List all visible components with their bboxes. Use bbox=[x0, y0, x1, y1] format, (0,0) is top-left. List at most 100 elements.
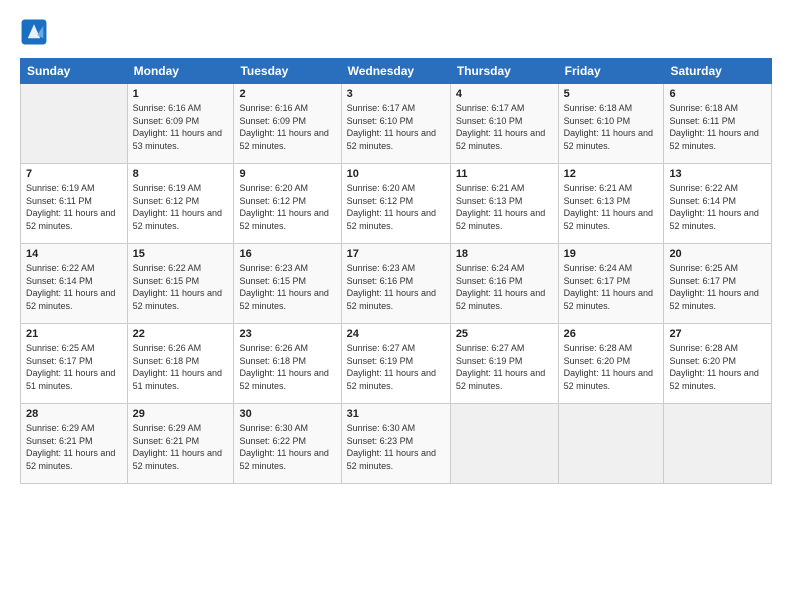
day-cell: 6 Sunrise: 6:18 AMSunset: 6:11 PMDayligh… bbox=[664, 84, 772, 164]
day-number: 24 bbox=[347, 328, 445, 340]
day-detail: Sunrise: 6:27 AMSunset: 6:19 PMDaylight:… bbox=[347, 343, 436, 391]
day-detail: Sunrise: 6:22 AMSunset: 6:14 PMDaylight:… bbox=[669, 183, 758, 231]
day-detail: Sunrise: 6:18 AMSunset: 6:10 PMDaylight:… bbox=[564, 103, 653, 151]
week-row-3: 14 Sunrise: 6:22 AMSunset: 6:14 PMDaylig… bbox=[21, 244, 772, 324]
day-cell: 7 Sunrise: 6:19 AMSunset: 6:11 PMDayligh… bbox=[21, 164, 128, 244]
day-detail: Sunrise: 6:18 AMSunset: 6:11 PMDaylight:… bbox=[669, 103, 758, 151]
day-detail: Sunrise: 6:26 AMSunset: 6:18 PMDaylight:… bbox=[133, 343, 222, 391]
day-number: 29 bbox=[133, 408, 229, 420]
day-detail: Sunrise: 6:24 AMSunset: 6:16 PMDaylight:… bbox=[456, 263, 545, 311]
col-header-wednesday: Wednesday bbox=[341, 59, 450, 84]
day-detail: Sunrise: 6:16 AMSunset: 6:09 PMDaylight:… bbox=[133, 103, 222, 151]
day-number: 16 bbox=[239, 248, 335, 260]
day-number: 31 bbox=[347, 408, 445, 420]
col-header-thursday: Thursday bbox=[450, 59, 558, 84]
day-detail: Sunrise: 6:28 AMSunset: 6:20 PMDaylight:… bbox=[564, 343, 653, 391]
day-number: 13 bbox=[669, 168, 766, 180]
day-number: 7 bbox=[26, 168, 122, 180]
day-number: 18 bbox=[456, 248, 553, 260]
day-detail: Sunrise: 6:29 AMSunset: 6:21 PMDaylight:… bbox=[133, 423, 222, 471]
day-cell: 20 Sunrise: 6:25 AMSunset: 6:17 PMDaylig… bbox=[664, 244, 772, 324]
day-detail: Sunrise: 6:17 AMSunset: 6:10 PMDaylight:… bbox=[456, 103, 545, 151]
day-cell: 19 Sunrise: 6:24 AMSunset: 6:17 PMDaylig… bbox=[558, 244, 664, 324]
day-cell: 24 Sunrise: 6:27 AMSunset: 6:19 PMDaylig… bbox=[341, 324, 450, 404]
day-cell: 23 Sunrise: 6:26 AMSunset: 6:18 PMDaylig… bbox=[234, 324, 341, 404]
day-detail: Sunrise: 6:26 AMSunset: 6:18 PMDaylight:… bbox=[239, 343, 328, 391]
day-cell bbox=[664, 404, 772, 484]
week-row-4: 21 Sunrise: 6:25 AMSunset: 6:17 PMDaylig… bbox=[21, 324, 772, 404]
day-cell: 22 Sunrise: 6:26 AMSunset: 6:18 PMDaylig… bbox=[127, 324, 234, 404]
day-number: 26 bbox=[564, 328, 659, 340]
day-detail: Sunrise: 6:20 AMSunset: 6:12 PMDaylight:… bbox=[347, 183, 436, 231]
day-cell: 18 Sunrise: 6:24 AMSunset: 6:16 PMDaylig… bbox=[450, 244, 558, 324]
week-row-2: 7 Sunrise: 6:19 AMSunset: 6:11 PMDayligh… bbox=[21, 164, 772, 244]
week-row-5: 28 Sunrise: 6:29 AMSunset: 6:21 PMDaylig… bbox=[21, 404, 772, 484]
day-detail: Sunrise: 6:19 AMSunset: 6:12 PMDaylight:… bbox=[133, 183, 222, 231]
day-number: 8 bbox=[133, 168, 229, 180]
day-number: 9 bbox=[239, 168, 335, 180]
day-detail: Sunrise: 6:27 AMSunset: 6:19 PMDaylight:… bbox=[456, 343, 545, 391]
day-number: 20 bbox=[669, 248, 766, 260]
day-number: 30 bbox=[239, 408, 335, 420]
day-cell: 12 Sunrise: 6:21 AMSunset: 6:13 PMDaylig… bbox=[558, 164, 664, 244]
day-cell: 26 Sunrise: 6:28 AMSunset: 6:20 PMDaylig… bbox=[558, 324, 664, 404]
day-detail: Sunrise: 6:22 AMSunset: 6:14 PMDaylight:… bbox=[26, 263, 115, 311]
day-cell: 14 Sunrise: 6:22 AMSunset: 6:14 PMDaylig… bbox=[21, 244, 128, 324]
header-row: SundayMondayTuesdayWednesdayThursdayFrid… bbox=[21, 59, 772, 84]
day-number: 21 bbox=[26, 328, 122, 340]
day-cell bbox=[21, 84, 128, 164]
day-cell: 15 Sunrise: 6:22 AMSunset: 6:15 PMDaylig… bbox=[127, 244, 234, 324]
day-cell: 27 Sunrise: 6:28 AMSunset: 6:20 PMDaylig… bbox=[664, 324, 772, 404]
day-number: 10 bbox=[347, 168, 445, 180]
day-detail: Sunrise: 6:28 AMSunset: 6:20 PMDaylight:… bbox=[669, 343, 758, 391]
day-number: 28 bbox=[26, 408, 122, 420]
day-number: 2 bbox=[239, 88, 335, 100]
logo-icon bbox=[20, 18, 48, 46]
day-number: 1 bbox=[133, 88, 229, 100]
col-header-tuesday: Tuesday bbox=[234, 59, 341, 84]
day-detail: Sunrise: 6:25 AMSunset: 6:17 PMDaylight:… bbox=[26, 343, 115, 391]
day-number: 4 bbox=[456, 88, 553, 100]
day-cell: 3 Sunrise: 6:17 AMSunset: 6:10 PMDayligh… bbox=[341, 84, 450, 164]
day-detail: Sunrise: 6:21 AMSunset: 6:13 PMDaylight:… bbox=[564, 183, 653, 231]
col-header-monday: Monday bbox=[127, 59, 234, 84]
col-header-friday: Friday bbox=[558, 59, 664, 84]
day-detail: Sunrise: 6:19 AMSunset: 6:11 PMDaylight:… bbox=[26, 183, 115, 231]
day-detail: Sunrise: 6:21 AMSunset: 6:13 PMDaylight:… bbox=[456, 183, 545, 231]
day-cell: 13 Sunrise: 6:22 AMSunset: 6:14 PMDaylig… bbox=[664, 164, 772, 244]
day-cell: 28 Sunrise: 6:29 AMSunset: 6:21 PMDaylig… bbox=[21, 404, 128, 484]
day-cell bbox=[450, 404, 558, 484]
day-cell bbox=[558, 404, 664, 484]
day-cell: 5 Sunrise: 6:18 AMSunset: 6:10 PMDayligh… bbox=[558, 84, 664, 164]
day-detail: Sunrise: 6:23 AMSunset: 6:16 PMDaylight:… bbox=[347, 263, 436, 311]
day-cell: 2 Sunrise: 6:16 AMSunset: 6:09 PMDayligh… bbox=[234, 84, 341, 164]
day-number: 23 bbox=[239, 328, 335, 340]
day-number: 15 bbox=[133, 248, 229, 260]
day-number: 6 bbox=[669, 88, 766, 100]
day-number: 5 bbox=[564, 88, 659, 100]
day-cell: 21 Sunrise: 6:25 AMSunset: 6:17 PMDaylig… bbox=[21, 324, 128, 404]
day-cell: 31 Sunrise: 6:30 AMSunset: 6:23 PMDaylig… bbox=[341, 404, 450, 484]
day-detail: Sunrise: 6:30 AMSunset: 6:22 PMDaylight:… bbox=[239, 423, 328, 471]
day-number: 27 bbox=[669, 328, 766, 340]
day-cell: 4 Sunrise: 6:17 AMSunset: 6:10 PMDayligh… bbox=[450, 84, 558, 164]
day-cell: 16 Sunrise: 6:23 AMSunset: 6:15 PMDaylig… bbox=[234, 244, 341, 324]
day-number: 3 bbox=[347, 88, 445, 100]
day-detail: Sunrise: 6:30 AMSunset: 6:23 PMDaylight:… bbox=[347, 423, 436, 471]
day-detail: Sunrise: 6:24 AMSunset: 6:17 PMDaylight:… bbox=[564, 263, 653, 311]
logo bbox=[20, 18, 52, 46]
day-cell: 10 Sunrise: 6:20 AMSunset: 6:12 PMDaylig… bbox=[341, 164, 450, 244]
day-number: 17 bbox=[347, 248, 445, 260]
day-cell: 30 Sunrise: 6:30 AMSunset: 6:22 PMDaylig… bbox=[234, 404, 341, 484]
day-number: 25 bbox=[456, 328, 553, 340]
week-row-1: 1 Sunrise: 6:16 AMSunset: 6:09 PMDayligh… bbox=[21, 84, 772, 164]
day-cell: 25 Sunrise: 6:27 AMSunset: 6:19 PMDaylig… bbox=[450, 324, 558, 404]
day-number: 14 bbox=[26, 248, 122, 260]
day-detail: Sunrise: 6:20 AMSunset: 6:12 PMDaylight:… bbox=[239, 183, 328, 231]
day-detail: Sunrise: 6:23 AMSunset: 6:15 PMDaylight:… bbox=[239, 263, 328, 311]
day-detail: Sunrise: 6:29 AMSunset: 6:21 PMDaylight:… bbox=[26, 423, 115, 471]
day-cell: 17 Sunrise: 6:23 AMSunset: 6:16 PMDaylig… bbox=[341, 244, 450, 324]
day-cell: 8 Sunrise: 6:19 AMSunset: 6:12 PMDayligh… bbox=[127, 164, 234, 244]
day-detail: Sunrise: 6:25 AMSunset: 6:17 PMDaylight:… bbox=[669, 263, 758, 311]
calendar-page: SundayMondayTuesdayWednesdayThursdayFrid… bbox=[0, 0, 792, 612]
